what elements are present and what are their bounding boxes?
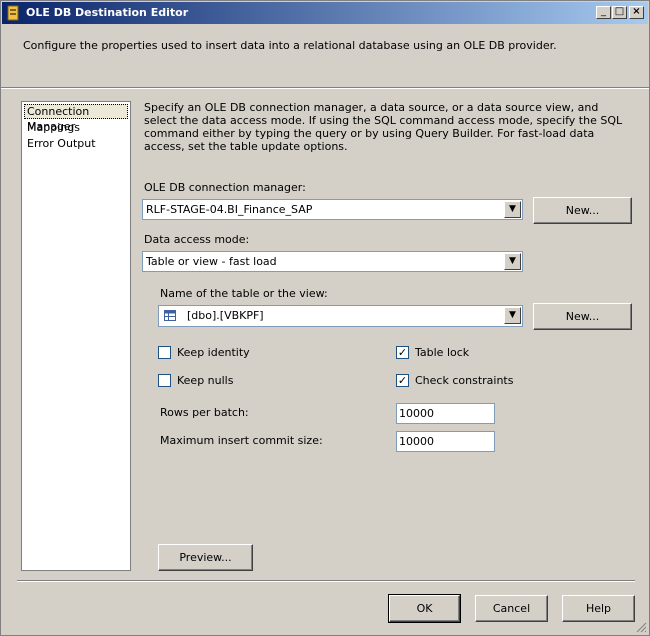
ssis-component-icon: [7, 5, 19, 21]
access-mode-label: Data access mode:: [144, 233, 250, 246]
table-name-combo[interactable]: [dbo].[VBKPF] ▼: [158, 305, 523, 327]
nav-item-error-output[interactable]: Error Output: [24, 136, 128, 151]
connection-manager-label: OLE DB connection manager:: [144, 181, 306, 194]
nav-item-mappings[interactable]: Mappings: [24, 120, 128, 135]
nav-list: Connection Manager Mappings Error Output: [21, 101, 131, 571]
check-constraints-checkbox[interactable]: ✓: [396, 374, 409, 387]
dialog-description: Configure the properties used to insert …: [23, 39, 557, 52]
nav-item-connection-manager[interactable]: Connection Manager: [24, 104, 128, 133]
minimize-icon: _: [601, 6, 606, 17]
keep-identity-label: Keep identity: [177, 346, 250, 359]
check-constraints-label: Check constraints: [415, 374, 514, 387]
table-icon: [164, 310, 176, 321]
keep-nulls-label: Keep nulls: [177, 374, 234, 387]
table-lock-label: Table lock: [415, 346, 470, 359]
chevron-down-icon[interactable]: ▼: [504, 253, 521, 270]
new-connection-button[interactable]: New...: [533, 197, 632, 224]
access-mode-combo[interactable]: Table or view - fast load ▼: [142, 251, 523, 272]
table-name-value: [dbo].[VBKPF]: [187, 309, 264, 322]
rows-per-batch-input[interactable]: 10000: [396, 403, 495, 424]
max-commit-input[interactable]: 10000: [396, 431, 495, 452]
page-description: Specify an OLE DB connection manager, a …: [144, 101, 623, 153]
title-bar: OLE DB Destination Editor _ □ ×: [2, 2, 648, 24]
keep-nulls-checkbox[interactable]: [158, 374, 171, 387]
maximize-icon: □: [614, 6, 625, 17]
maximize-button[interactable]: □: [612, 6, 627, 19]
dialog-window: OLE DB Destination Editor _ □ × Configur…: [0, 0, 650, 636]
ok-button[interactable]: OK: [388, 594, 461, 623]
chevron-down-icon[interactable]: ▼: [504, 307, 521, 324]
chevron-down-icon[interactable]: ▼: [504, 201, 521, 218]
footer-divider: [17, 580, 635, 582]
help-button[interactable]: Help: [562, 595, 635, 622]
keep-identity-checkbox[interactable]: [158, 346, 171, 359]
new-table-button[interactable]: New...: [533, 303, 632, 330]
header-divider: [1, 87, 649, 89]
close-button[interactable]: ×: [629, 6, 644, 19]
cancel-button[interactable]: Cancel: [475, 595, 548, 622]
max-commit-label: Maximum insert commit size:: [160, 434, 323, 447]
table-lock-checkbox[interactable]: ✓: [396, 346, 409, 359]
rows-per-batch-label: Rows per batch:: [160, 406, 249, 419]
minimize-button[interactable]: _: [596, 6, 611, 19]
access-mode-value: Table or view - fast load: [146, 255, 277, 268]
close-icon: ×: [632, 6, 641, 17]
checkmark-icon: ✓: [397, 346, 408, 359]
connection-manager-value: RLF-STAGE-04.BI_Finance_SAP: [146, 203, 313, 216]
checkmark-icon: ✓: [397, 374, 408, 387]
window-title: OLE DB Destination Editor: [26, 6, 189, 19]
table-name-label: Name of the table or the view:: [160, 287, 328, 300]
preview-button[interactable]: Preview...: [158, 544, 253, 571]
connection-manager-combo[interactable]: RLF-STAGE-04.BI_Finance_SAP ▼: [142, 199, 523, 220]
resize-grip-icon[interactable]: [635, 621, 647, 633]
